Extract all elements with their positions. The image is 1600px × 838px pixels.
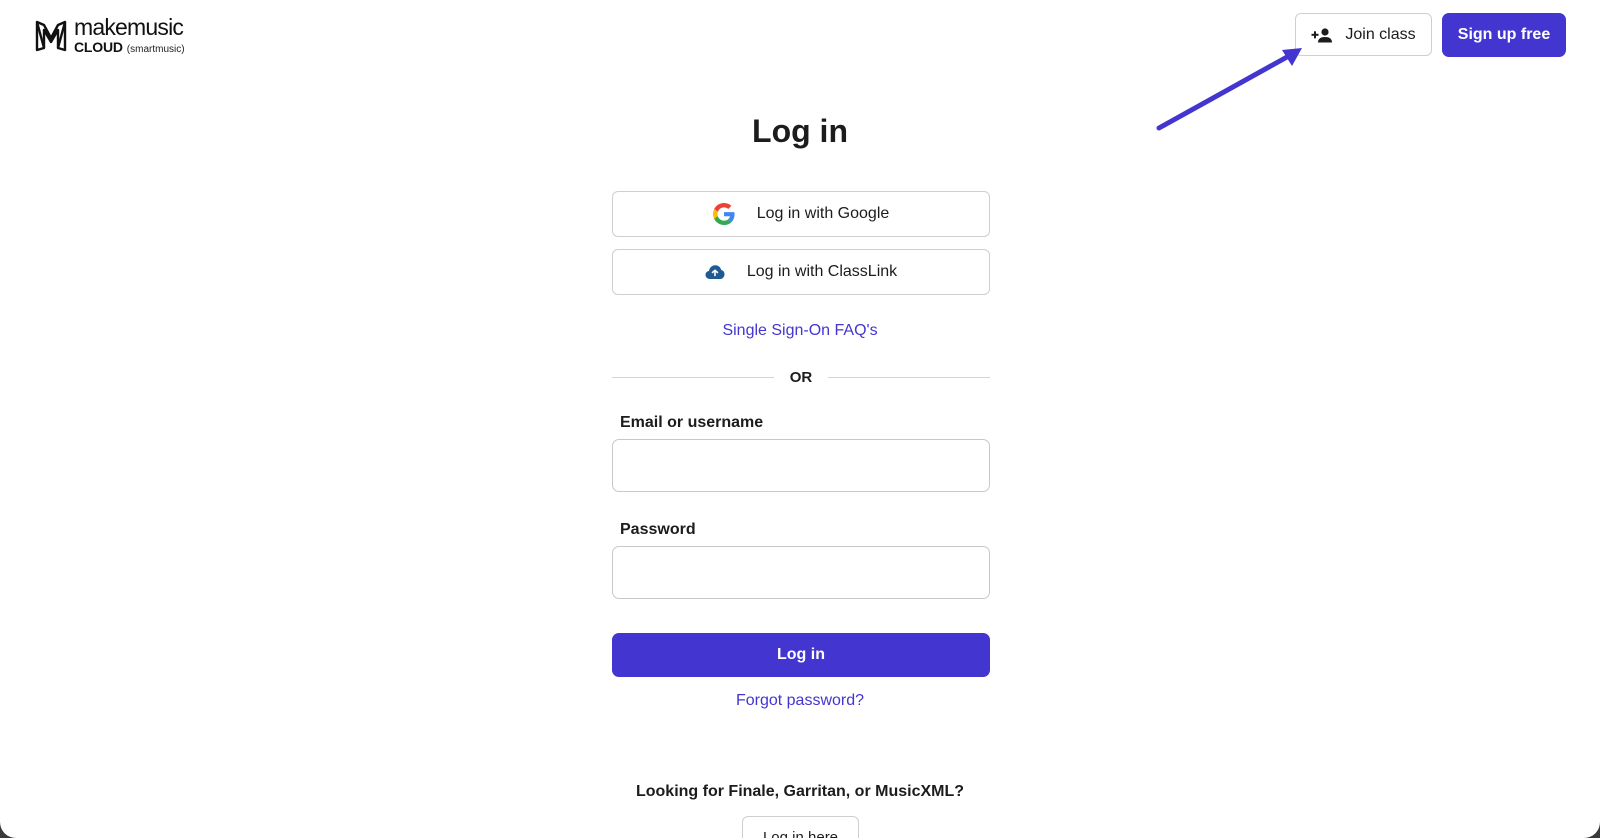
makemusic-logo-icon — [35, 20, 67, 52]
other-products-text: Looking for Finale, Garritan, or MusicXM… — [635, 783, 965, 800]
sso-faq-link[interactable]: Single Sign-On FAQ's — [0, 322, 1600, 340]
sign-up-free-button[interactable]: Sign up free — [1442, 13, 1566, 57]
login-with-classlink-button[interactable]: Log in with ClassLink — [612, 249, 990, 295]
login-with-classlink-label: Log in with ClassLink — [746, 263, 898, 280]
join-class-label: Join class — [1345, 25, 1416, 43]
person-add-icon — [1311, 27, 1333, 43]
login-page: makemusic CLOUD (smartmusic) Join class … — [0, 0, 1600, 838]
page-title: Log in — [752, 113, 848, 149]
forgot-password-link[interactable]: Forgot password? — [0, 692, 1600, 710]
divider-line-left — [612, 376, 774, 378]
classlink-icon — [705, 264, 725, 280]
sign-up-free-label: Sign up free — [1457, 26, 1551, 43]
or-divider-text: OR — [789, 368, 813, 386]
log-in-button[interactable]: Log in — [612, 633, 990, 677]
or-divider: OR — [612, 367, 990, 387]
logo-sub-text: (smartmusic) — [126, 43, 185, 55]
logo-product-text: CLOUD — [74, 38, 123, 55]
makemusic-cloud-logo[interactable]: makemusic CLOUD (smartmusic) — [34, 14, 185, 56]
join-class-button[interactable]: Join class — [1295, 13, 1432, 56]
email-field[interactable] — [612, 439, 990, 492]
log-in-button-label: Log in — [777, 646, 825, 663]
google-icon — [712, 203, 735, 225]
login-with-google-button[interactable]: Log in with Google — [612, 191, 990, 237]
password-field-label: Password — [620, 521, 696, 538]
logo-brand-text: makemusic — [74, 13, 184, 40]
log-in-here-label: Log in here — [762, 829, 839, 838]
log-in-here-button[interactable]: Log in here — [742, 816, 859, 838]
email-field-label: Email or username — [620, 414, 764, 431]
login-with-google-label: Log in with Google — [756, 205, 890, 222]
password-field[interactable] — [612, 546, 990, 599]
divider-line-right — [828, 376, 990, 378]
